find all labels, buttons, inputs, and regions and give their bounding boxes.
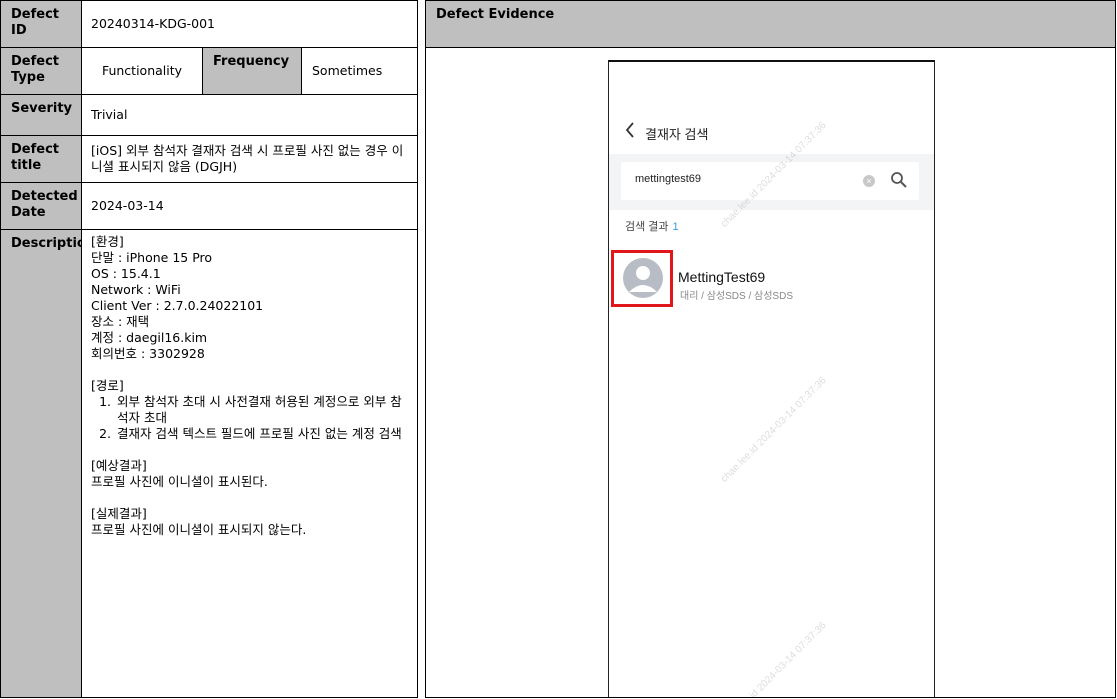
env-line: 장소 : 재택 xyxy=(91,314,150,329)
env-line: 단말 : iPhone 15 Pro xyxy=(91,250,213,265)
search-input[interactable] xyxy=(633,172,857,186)
detected-date-value: 2024-03-14 xyxy=(81,182,418,230)
defect-evidence-header: Defect Evidence xyxy=(425,0,1116,48)
result-name: MettingTest69 xyxy=(678,269,766,285)
expected-header: [예상결과] xyxy=(91,458,147,473)
env-line: 회의번호 : 3302928 xyxy=(91,346,205,361)
search-icon[interactable] xyxy=(889,170,909,190)
chevron-left-icon[interactable] xyxy=(625,122,635,143)
nav-title: 결재자 검색 xyxy=(645,127,709,142)
env-line: OS : 15.4.1 xyxy=(91,266,161,281)
result-count: 검색 결과 1 xyxy=(625,218,679,234)
detected-date-label: Detected Date xyxy=(0,182,82,230)
description-label: Description xyxy=(0,229,82,698)
path-steps: 외부 참석자 초대 시 사전결재 허용된 계정으로 외부 참석자 초대 결재자 … xyxy=(91,394,408,442)
severity-value: Trivial xyxy=(81,94,418,136)
expected-result: 프로필 사진에 이니셜이 표시된다. xyxy=(91,474,268,489)
clear-icon[interactable]: × xyxy=(863,175,875,187)
path-step: 결재자 검색 텍스트 필드에 프로필 사진 없는 계정 검색 xyxy=(115,426,408,442)
env-line: 계정 : daegil16.kim xyxy=(91,330,208,345)
defect-id-value: 20240314-KDG-001 xyxy=(81,0,418,48)
env-line: Client Ver : 2.7.0.24022101 xyxy=(91,298,264,313)
highlight-box xyxy=(611,250,673,307)
path-header: [경로] xyxy=(91,378,124,393)
env-line: Network : WiFi xyxy=(91,282,181,297)
watermark: chae.lee.id 2024-03-14 07:37:36 xyxy=(719,375,829,485)
frequency-label: Frequency xyxy=(202,47,302,95)
defect-type-label: Defect Type xyxy=(0,47,82,95)
description-value: [환경] 단말 : iPhone 15 Pro OS : 15.4.1 Netw… xyxy=(81,229,418,698)
watermark: chae.lee.id 2024-03-14 07:37:36 xyxy=(719,620,829,698)
defect-evidence-panel: 결재자 검색 × 검색 결과1 MettingTest69 대리 / 삼성SDS… xyxy=(425,47,1116,698)
defect-table: Defect ID 20240314-KDG-001 Defect Type F… xyxy=(0,0,418,698)
defect-title-label: Defect title xyxy=(0,135,82,183)
frequency-value: Sometimes xyxy=(301,47,418,95)
env-header: [환경] xyxy=(91,234,124,249)
phone-screenshot: 결재자 검색 × 검색 결과1 MettingTest69 대리 / 삼성SDS… xyxy=(608,60,935,698)
path-step: 외부 참석자 초대 시 사전결재 허용된 계정으로 외부 참석자 초대 xyxy=(115,394,408,426)
severity-label: Severity xyxy=(0,94,82,136)
result-count-number: 1 xyxy=(672,221,679,233)
defect-id-label: Defect ID xyxy=(0,0,82,48)
actual-result: 프로필 사진에 이니셜이 표시되지 않는다. xyxy=(91,522,307,537)
result-count-label: 검색 결과 xyxy=(625,221,669,233)
nav-bar: 결재자 검색 xyxy=(609,110,934,154)
result-subtitle: 대리 / 삼성SDS / 삼성SDS xyxy=(680,291,793,302)
search-result-item[interactable]: MettingTest69 대리 / 삼성SDS / 삼성SDS xyxy=(609,250,934,314)
defect-title-value: [iOS] 외부 참석자 결재자 검색 시 프로필 사진 없는 경우 이니셜 표… xyxy=(81,135,418,183)
actual-header: [실제결과] xyxy=(91,506,147,521)
defect-type-value: Functionality xyxy=(81,47,203,95)
